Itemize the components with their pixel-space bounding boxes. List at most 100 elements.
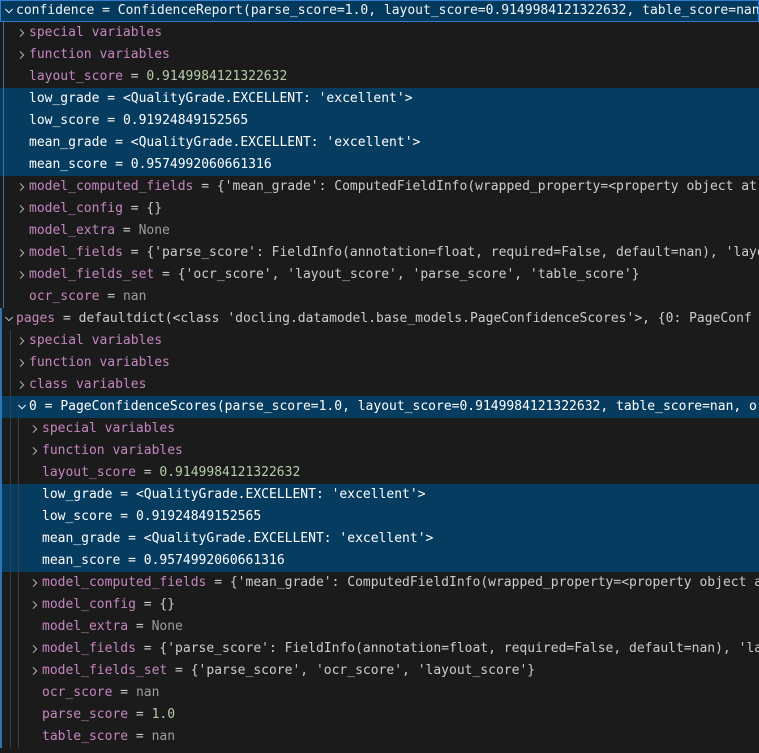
chevron-right-icon[interactable] <box>14 355 30 371</box>
indent-guide <box>18 528 19 550</box>
chevron-right-icon[interactable] <box>27 597 43 613</box>
variable-name: parse_score <box>42 707 128 722</box>
variable-row[interactable]: model_fields = {'parse_score': FieldInfo… <box>0 242 759 264</box>
variable-row[interactable]: model_extra = None <box>0 220 759 242</box>
variable-name: low_score <box>29 113 99 128</box>
equals-sign: = <box>99 289 122 304</box>
variable-name: model_fields <box>42 641 136 656</box>
variable-name: ocr_score <box>29 289 99 304</box>
equals-sign: = <box>136 465 159 480</box>
chevron-right-icon[interactable] <box>14 333 30 349</box>
indent-guide <box>10 330 11 352</box>
equals-sign: = <box>99 91 122 106</box>
variable-value: 0.9149984121322632 <box>159 465 300 480</box>
variable-row[interactable]: model_computed_fields = {'mean_grade': C… <box>0 572 759 594</box>
variable-name: mean_grade <box>29 135 107 150</box>
variable-name: model_config <box>29 201 123 216</box>
variable-row[interactable]: model_config = {} <box>0 198 759 220</box>
tree-group-row[interactable]: special variables <box>0 330 759 352</box>
chevron-right-icon[interactable] <box>14 47 30 63</box>
indent-guide <box>3 110 4 132</box>
variable-row[interactable]: model_config = {} <box>0 594 759 616</box>
variable-row[interactable]: table_score = nan <box>0 726 759 748</box>
variable-row[interactable]: mean_score = 0.9574992060661316 <box>0 550 759 572</box>
equals-sign: = <box>112 487 135 502</box>
tree-group-row[interactable]: function variables <box>0 44 759 66</box>
variable-row[interactable]: parse_score = 1.0 <box>0 704 759 726</box>
variable-row[interactable]: mean_grade = <QualityGrade.EXCELLENT: 'e… <box>0 132 759 154</box>
chevron-right-icon[interactable] <box>14 179 30 195</box>
variable-row[interactable]: model_extra = None <box>0 616 759 638</box>
indent-guide <box>0 330 2 352</box>
chevron-right-icon[interactable] <box>27 443 43 459</box>
indent-guide <box>0 682 2 704</box>
tree-group-row[interactable]: special variables <box>0 22 759 44</box>
indent-guide <box>0 572 2 594</box>
variable-row[interactable]: layout_score = 0.9149984121322632 <box>0 462 759 484</box>
indent-guide <box>3 176 4 198</box>
variable-row[interactable]: confidence = ConfidenceReport(parse_scor… <box>0 0 759 22</box>
group-label: special variables <box>29 25 162 40</box>
chevron-right-icon[interactable] <box>14 377 30 393</box>
indent-guide <box>18 484 19 506</box>
variable-row[interactable]: model_fields_set = {'parse_score', 'ocr_… <box>0 660 759 682</box>
variable-value: 0.91924849152565 <box>123 113 248 128</box>
variable-row[interactable]: mean_score = 0.9574992060661316 <box>0 154 759 176</box>
variable-row[interactable]: 0 = PageConfidenceScores(parse_score=1.0… <box>0 396 759 418</box>
indent-guide <box>0 638 2 660</box>
chevron-right-icon[interactable] <box>14 25 30 41</box>
indent-guide <box>18 462 19 484</box>
indent-guide <box>10 682 11 704</box>
chevron-right-icon[interactable] <box>27 641 43 657</box>
variable-row[interactable]: low_grade = <QualityGrade.EXCELLENT: 'ex… <box>0 484 759 506</box>
indent-guide <box>10 528 11 550</box>
variable-value: {} <box>159 597 175 612</box>
indent-guide <box>18 682 19 704</box>
variable-name: model_computed_fields <box>42 575 206 590</box>
equals-sign: = <box>107 135 130 150</box>
equals-sign: = <box>115 223 138 238</box>
variable-name: model_computed_fields <box>29 179 193 194</box>
equals-sign: = <box>136 597 159 612</box>
variable-name: mean_score <box>42 553 120 568</box>
variable-row[interactable]: ocr_score = nan <box>0 286 759 308</box>
indent-guide <box>18 726 19 748</box>
chevron-right-icon[interactable] <box>14 245 30 261</box>
indent-guide <box>10 418 11 440</box>
variable-value: {'mean_grade': ComputedFieldInfo(wrapped… <box>217 179 757 194</box>
tree-group-row[interactable]: class variables <box>0 374 759 396</box>
indent-guide <box>10 660 11 682</box>
indent-guide <box>10 440 11 462</box>
chevron-right-icon[interactable] <box>27 663 43 679</box>
variable-row[interactable]: low_score = 0.91924849152565 <box>0 506 759 528</box>
chevron-right-icon[interactable] <box>14 201 30 217</box>
group-label: special variables <box>42 421 175 436</box>
variable-row[interactable]: layout_score = 0.9149984121322632 <box>0 66 759 88</box>
variable-row[interactable]: low_score = 0.91924849152565 <box>0 110 759 132</box>
equals-sign: = <box>55 311 78 326</box>
variable-row[interactable]: ocr_score = nan <box>0 682 759 704</box>
variable-name: layout_score <box>29 69 123 84</box>
variable-row[interactable]: model_fields = {'parse_score': FieldInfo… <box>0 638 759 660</box>
indent-guide <box>10 704 11 726</box>
variable-row[interactable]: mean_grade = <QualityGrade.EXCELLENT: 'e… <box>0 528 759 550</box>
chevron-right-icon[interactable] <box>27 575 43 591</box>
indent-guide <box>10 374 11 396</box>
tree-group-row[interactable]: function variables <box>0 352 759 374</box>
indent-guide <box>18 616 19 638</box>
group-label: function variables <box>42 443 183 458</box>
tree-group-row[interactable]: function variables <box>0 440 759 462</box>
variable-row[interactable]: model_computed_fields = {'mean_grade': C… <box>0 176 759 198</box>
indent-guide <box>10 726 11 748</box>
variable-row[interactable]: pages = defaultdict(<class 'docling.data… <box>0 308 759 330</box>
variable-value: 0.91924849152565 <box>136 509 261 524</box>
indent-guide <box>3 44 4 66</box>
chevron-right-icon[interactable] <box>14 267 30 283</box>
chevron-down-icon[interactable] <box>14 399 30 415</box>
tree-group-row[interactable]: special variables <box>0 418 759 440</box>
variable-row[interactable]: model_fields_set = {'ocr_score', 'layout… <box>0 264 759 286</box>
chevron-down-icon[interactable] <box>1 311 17 327</box>
chevron-right-icon[interactable] <box>27 421 43 437</box>
chevron-down-icon[interactable] <box>1 3 17 19</box>
variable-row[interactable]: low_grade = <QualityGrade.EXCELLENT: 'ex… <box>0 88 759 110</box>
